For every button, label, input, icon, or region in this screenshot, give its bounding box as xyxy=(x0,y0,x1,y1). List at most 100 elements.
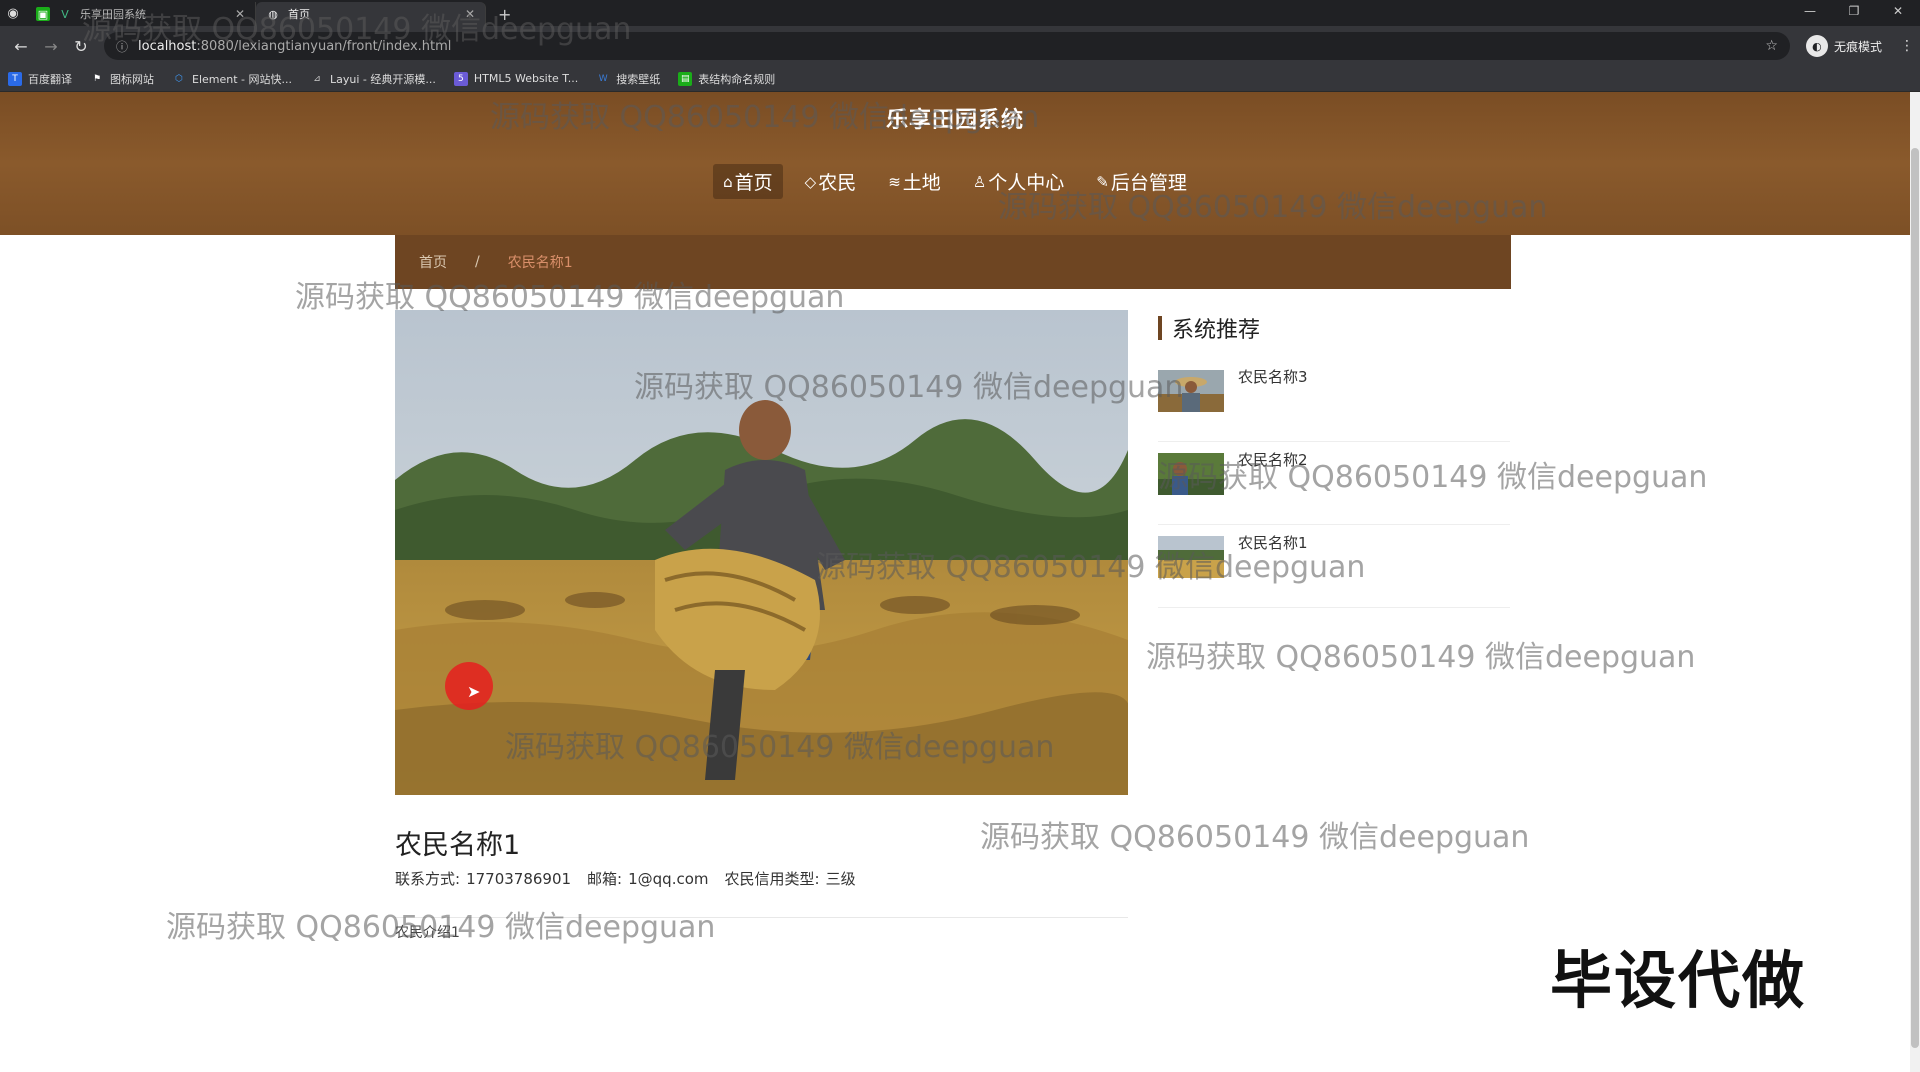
nav-item-farmer[interactable]: ◇ 农民 xyxy=(795,164,867,199)
forward-icon[interactable]: → xyxy=(36,37,66,56)
bookmark-item[interactable]: 5 HTML5 Website T... xyxy=(453,71,579,86)
nav-label: 首页 xyxy=(734,172,773,194)
html5-icon: 5 xyxy=(453,71,468,86)
chrome-icon: ◉ xyxy=(7,5,19,21)
credit-value: 三级 xyxy=(825,870,856,888)
scrollbar-thumb[interactable] xyxy=(1911,148,1919,1048)
nav-item-personal-center[interactable]: ♙ 个人中心 xyxy=(963,164,1074,199)
globe-icon: ◍ xyxy=(268,7,278,21)
tag-icon: ◇ xyxy=(804,172,817,191)
cursor-icon: ➤ xyxy=(467,682,481,701)
recommend-thumbnail[interactable] xyxy=(1158,453,1224,495)
tab-title: 首页 xyxy=(288,8,310,21)
browser-tab-1[interactable]: ▣ V 乐享田园系统 ✕ xyxy=(26,2,256,26)
nav-item-admin[interactable]: ✎ 后台管理 xyxy=(1086,164,1197,199)
farmer-photo xyxy=(395,310,1128,795)
credit-info: 农民信用类型: 三级 xyxy=(725,868,856,889)
restore-icon[interactable]: ❐ xyxy=(1832,0,1876,26)
nav-item-home[interactable]: ⌂ 首页 xyxy=(713,164,783,199)
incognito-indicator[interactable]: ◐ 无痕模式 xyxy=(1805,35,1882,57)
window-controls: — ❐ ✕ xyxy=(1788,0,1920,26)
star-icon[interactable]: ☆ xyxy=(1765,38,1778,54)
bookmark-item[interactable]: ⊿ Layui - 经典开源模... xyxy=(310,71,436,87)
contact-info: 联系方式: 17703786901 xyxy=(395,868,571,889)
breadcrumb-separator: / xyxy=(475,254,480,270)
bookmark-label: Layui - 经典开源模... xyxy=(330,72,436,86)
close-icon[interactable]: ✕ xyxy=(235,7,245,21)
bookmark-label: Element - 网站快... xyxy=(192,72,292,86)
incognito-label: 无痕模式 xyxy=(1833,39,1882,54)
bookmark-label: 表结构命名规则 xyxy=(698,72,776,86)
bookmark-icon: T xyxy=(8,71,22,86)
user-icon: ♙ xyxy=(972,172,987,191)
recommend-name[interactable]: 农民名称3 xyxy=(1238,366,1308,387)
watermark: 源码获取 QQ86050149 微信deepguan xyxy=(980,820,1530,855)
reload-icon[interactable]: ↻ xyxy=(66,37,96,56)
bookmark-item[interactable]: ⬡ Element - 网站快... xyxy=(172,71,292,87)
promo-text: 毕设代做 xyxy=(1550,944,1807,1017)
browser-addressbar: ← → ↻ ⓘ localhost:8080/lexiangtianyuan/f… xyxy=(0,26,1920,66)
browser-tab-2[interactable]: ◍ 首页 ✕ xyxy=(256,2,486,26)
sheet-icon: ▤ xyxy=(678,71,693,86)
url-text: localhost:8080/lexiangtianyuan/front/ind… xyxy=(138,39,1765,54)
bookmarks-bar: T 百度翻译 ⚑ 图标网站 ⬡ Element - 网站快... ⊿ Layui - 经… xyxy=(0,66,1920,92)
email-value: 1@qq.com xyxy=(628,870,709,888)
recommend-name[interactable]: 农民名称1 xyxy=(1238,532,1308,553)
tab-title: 乐享田园系统 xyxy=(80,8,146,21)
recommend-name[interactable]: 农民名称2 xyxy=(1238,449,1308,470)
heading-accent-bar xyxy=(1158,316,1162,340)
bookmark-label: 图标网站 xyxy=(110,72,154,86)
home-icon: ⌂ xyxy=(723,172,733,191)
browser-tabbar: ◉ ▣ V 乐享田园系统 ✕ ◍ 首页 ✕ + — ❐ ✕ xyxy=(0,0,1920,26)
contact-value: 17703786901 xyxy=(466,870,572,888)
bookmark-item[interactable]: ⚑ 图标网站 xyxy=(90,71,154,87)
new-tab-button[interactable]: + xyxy=(486,2,523,26)
nav-label: 土地 xyxy=(902,172,941,194)
layers-icon: ≋ xyxy=(888,172,901,191)
detail-meta: 联系方式: 17703786901 邮箱: 1@qq.com 农民信用类型: 三级 xyxy=(395,868,872,889)
minimize-icon[interactable]: — xyxy=(1788,0,1832,26)
nav-label: 个人中心 xyxy=(988,172,1065,194)
link-icon: ✎ xyxy=(1096,172,1109,191)
detail-intro: 农民介绍1 xyxy=(395,925,460,941)
breadcrumb: 首页 / 农民名称1 xyxy=(395,235,1511,289)
bookmark-label: 搜索壁纸 xyxy=(616,72,661,86)
contact-label: 联系方式: xyxy=(395,870,461,888)
bookmark-label: 百度翻译 xyxy=(28,72,72,86)
close-icon[interactable]: ✕ xyxy=(465,7,475,21)
back-icon[interactable]: ← xyxy=(6,37,36,56)
bookmark-item[interactable]: ▤ 表结构命名规则 xyxy=(678,71,775,87)
nav-label: 农民 xyxy=(818,172,857,194)
credit-label: 农民信用类型: xyxy=(724,870,820,888)
breadcrumb-home-link[interactable]: 首页 xyxy=(419,252,447,272)
breadcrumb-current: 农民名称1 xyxy=(507,255,573,271)
recommend-thumbnail[interactable] xyxy=(1158,536,1224,578)
recommend-item[interactable]: 农民名称2 xyxy=(1158,443,1510,525)
bookmark-item[interactable]: W 搜索壁纸 xyxy=(596,71,660,87)
site-header: 乐享田园系统 ⌂ 首页 ◇ 农民 ≋ 土地 ♙ 个人中心 ✎ 后台管理 xyxy=(0,92,1910,235)
info-icon[interactable]: ⓘ xyxy=(116,38,128,55)
sidebar-heading-text: 系统推荐 xyxy=(1172,318,1261,343)
nav-item-land[interactable]: ≋ 土地 xyxy=(878,164,951,199)
recommend-item[interactable]: 农民名称1 xyxy=(1158,526,1510,608)
recommend-thumbnail[interactable] xyxy=(1158,370,1224,412)
cursor-highlight: ➤ xyxy=(445,662,493,710)
close-window-icon[interactable]: ✕ xyxy=(1876,0,1920,26)
layui-icon: ⊿ xyxy=(313,73,321,84)
url-path: :8080/lexiangtianyuan/front/index.html xyxy=(196,38,452,54)
flag-icon: ⚑ xyxy=(92,73,102,84)
url-input[interactable]: ⓘ localhost:8080/lexiangtianyuan/front/i… xyxy=(104,32,1790,60)
main-nav: ⌂ 首页 ◇ 农民 ≋ 土地 ♙ 个人中心 ✎ 后台管理 xyxy=(0,164,1910,199)
bookmark-item[interactable]: T 百度翻译 xyxy=(8,71,72,87)
bookmark-label: HTML5 Website T... xyxy=(473,72,579,85)
page-scrollbar[interactable] xyxy=(1910,92,1920,1072)
more-menu-icon[interactable]: ⋮ xyxy=(1900,38,1914,54)
wallpaper-icon: W xyxy=(598,73,608,84)
tab-favicon: ▣ xyxy=(36,7,50,21)
email-info: 邮箱: 1@qq.com xyxy=(587,868,708,889)
element-icon: ⬡ xyxy=(175,73,183,84)
incognito-icon: ◐ xyxy=(1805,35,1828,57)
recommend-item[interactable]: 农民名称3 xyxy=(1158,360,1510,442)
email-label: 邮箱: xyxy=(587,870,623,888)
vue-icon: V xyxy=(61,7,69,21)
